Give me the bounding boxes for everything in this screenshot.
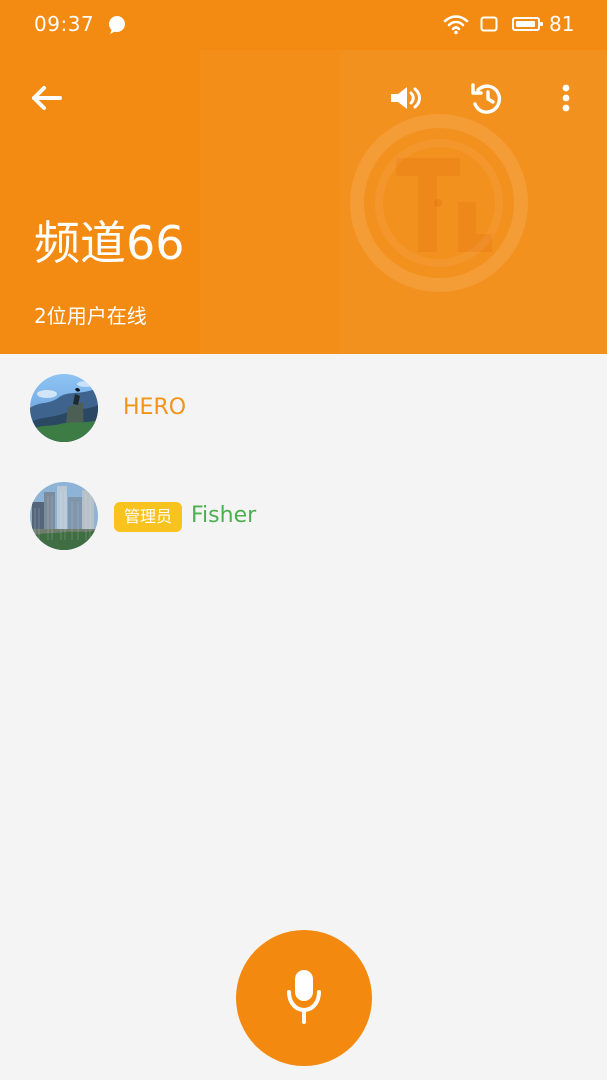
microphone-button[interactable]	[236, 930, 372, 1066]
mountain-avatar-icon	[30, 374, 98, 442]
battery-icon	[512, 17, 543, 31]
more-icon[interactable]	[546, 78, 586, 118]
channel-watermark-icon	[350, 114, 528, 292]
user-name: Fisher	[191, 503, 257, 528]
city-avatar-icon	[30, 482, 98, 550]
back-arrow-icon[interactable]	[26, 78, 66, 118]
channel-title: 频道66	[34, 216, 185, 270]
mic-icon	[287, 970, 321, 1024]
online-users-count: 2位用户在线	[34, 304, 147, 328]
wifi-icon	[443, 15, 469, 35]
chat-bubble-icon	[109, 16, 125, 34]
header-panel-b	[200, 50, 340, 354]
user-row-fisher[interactable]: 管理员 Fisher	[0, 472, 607, 562]
screen-icon	[480, 16, 498, 32]
admin-badge: 管理员	[114, 502, 182, 532]
battery-level: 81	[549, 12, 575, 36]
channel-header: 09:37 81 频道66 2位用户在线	[0, 0, 607, 354]
user-name: HERO	[123, 395, 187, 420]
status-bar: 09:37 81	[0, 0, 607, 50]
user-row-hero[interactable]: HERO	[0, 364, 607, 454]
status-time: 09:37	[34, 12, 95, 36]
